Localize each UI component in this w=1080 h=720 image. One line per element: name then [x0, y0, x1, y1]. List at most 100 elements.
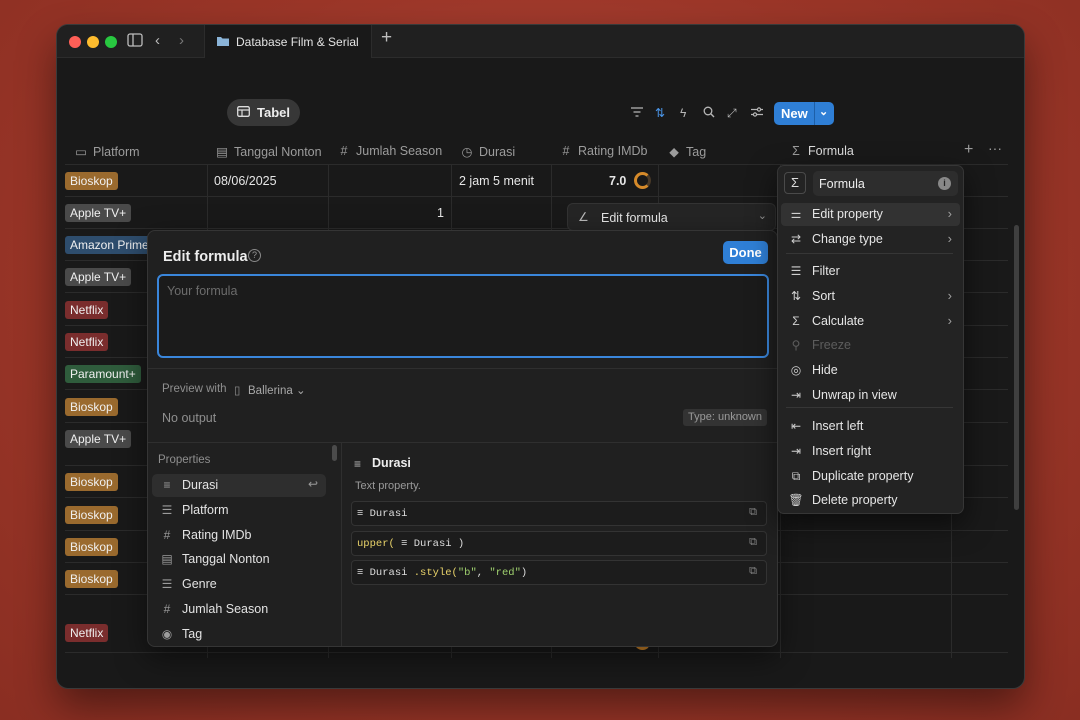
code-string: "red" [489, 567, 521, 579]
platform-tag[interactable]: Netflix [65, 333, 109, 351]
back-arrow-icon[interactable]: ‹ [155, 33, 160, 49]
zoom-window-button[interactable] [105, 36, 117, 48]
more-options-icon[interactable]: ··· [988, 140, 1002, 156]
new-button[interactable]: New ⌄ [774, 102, 834, 125]
example-code-text: ≡ Durasi .style("b", "red") [357, 567, 527, 579]
info-icon[interactable]: i [938, 177, 951, 190]
view-tab-table[interactable]: Tabel [227, 99, 300, 126]
property-item-platform[interactable]: ☰ Platform [152, 499, 326, 522]
column-header-rating-imdb[interactable]: # Rating IMDb [558, 144, 648, 158]
forward-arrow-icon[interactable]: › [179, 33, 184, 49]
platform-tag[interactable]: Bioskop [65, 398, 118, 416]
copy-icon[interactable]: ⧉ [749, 566, 757, 578]
menu-item-label: Delete property [812, 493, 898, 507]
sigma-icon[interactable]: Σ [784, 172, 806, 194]
unwrap-icon: ⇥ [790, 388, 802, 402]
edit-formula-bar[interactable]: ∠ Edit formula ⌄ [567, 203, 776, 231]
example-code-2[interactable]: upper( ≡ Durasi ) ⧉ [351, 531, 767, 556]
column-header-formula[interactable]: Σ Formula [788, 144, 854, 158]
eye-off-icon: ◎ [790, 363, 802, 377]
menu-item-unwrap-in-view[interactable]: ⇥ Unwrap in view [781, 384, 960, 407]
scrollbar[interactable] [332, 445, 337, 461]
property-item-rating-imdb[interactable]: # Rating IMDb [152, 524, 326, 547]
column-label: Formula [808, 144, 854, 158]
platform-tag[interactable]: Netflix [65, 624, 109, 642]
calendar-icon: ▤ [161, 552, 173, 567]
view-tab-label: Tabel [257, 105, 290, 120]
property-item-durasi[interactable]: ≡ Durasi ↩ [152, 474, 326, 497]
column-header-platform[interactable]: ▭ Platform [73, 144, 139, 159]
type-badge: Type: unknown [683, 409, 767, 426]
sidebar-toggle-icon[interactable] [127, 33, 143, 51]
expand-icon[interactable]: ⤢ [727, 106, 737, 121]
property-item-jumlah-season[interactable]: # Jumlah Season [152, 598, 326, 621]
automation-bolt-icon[interactable]: ϟ [680, 106, 686, 120]
browser-tab[interactable]: Database Film & Serial [204, 25, 372, 58]
menu-item-insert-right[interactable]: ⇥ Insert right [781, 440, 960, 463]
cell-rating-imdb[interactable]: 7.0 [609, 174, 626, 188]
copy-icon[interactable]: ⧉ [749, 537, 757, 549]
search-icon[interactable] [703, 106, 715, 121]
new-button-label: New [781, 106, 808, 121]
done-button[interactable]: Done [723, 241, 768, 264]
window-scrollbar[interactable] [1014, 225, 1019, 510]
platform-tag[interactable]: Apple TV+ [65, 268, 132, 286]
property-item-tanggal-nonton[interactable]: ▤ Tanggal Nonton [152, 548, 326, 571]
minimize-window-button[interactable] [87, 36, 99, 48]
chevron-down-icon[interactable]: ⌄ [819, 105, 828, 118]
menu-item-sort[interactable]: ⇅ Sort › [781, 285, 960, 308]
menu-item-duplicate-property[interactable]: ⧉ Duplicate property [781, 465, 960, 488]
platform-tag[interactable]: Bioskop [65, 570, 118, 588]
column-header-tanggal-nonton[interactable]: ▤ Tanggal Nonton [214, 144, 321, 159]
menu-item-calculate[interactable]: Σ Calculate › [781, 310, 960, 333]
cell-jumlah-season[interactable]: 1 [437, 206, 444, 220]
formula-editor[interactable] [157, 274, 769, 358]
menu-item-hide[interactable]: ◎ Hide [781, 359, 960, 382]
platform-tag[interactable]: Netflix [65, 301, 109, 319]
property-item-label: Tag [182, 626, 203, 641]
hash-icon: # [340, 144, 348, 158]
platform-tag[interactable]: Bioskop [65, 538, 118, 556]
cell-durasi[interactable]: 2 jam 5 menit [459, 174, 534, 188]
example-code-1[interactable]: ≡ Durasi ⧉ [351, 501, 767, 526]
column-header-durasi[interactable]: ◷ Durasi [459, 144, 516, 159]
platform-tag[interactable]: Amazon Prime [65, 236, 154, 254]
sort-icon[interactable]: ⇅ [655, 106, 665, 120]
platform-tag[interactable]: Apple TV+ [65, 430, 132, 448]
sigma-icon: Σ [792, 314, 800, 328]
close-window-button[interactable] [69, 36, 81, 48]
property-item-tag[interactable]: ◉ Tag [152, 623, 326, 646]
menu-item-filter[interactable]: ☰ Filter [781, 260, 960, 283]
copy-icon[interactable]: ⧉ [749, 507, 757, 519]
code-comma: , [476, 567, 490, 579]
menu-item-label: Insert left [812, 419, 864, 433]
column-header-tag[interactable]: ◆ Tag [666, 144, 706, 159]
help-icon[interactable]: ? [248, 249, 261, 262]
new-tab-icon[interactable]: + [381, 28, 392, 47]
cell-tanggal-nonton[interactable]: 08/06/2025 [214, 174, 277, 188]
property-item-genre[interactable]: ☰ Genre [152, 573, 326, 596]
menu-item-delete-property[interactable]: 🗑 Delete property [781, 489, 960, 512]
menu-item-insert-left[interactable]: ⇤ Insert left [781, 415, 960, 438]
add-column-icon[interactable]: + [964, 141, 973, 159]
formula-input[interactable] [167, 284, 727, 298]
filter-icon[interactable] [631, 106, 643, 120]
example-code-3[interactable]: ≡ Durasi .style("b", "red") ⧉ [351, 560, 767, 585]
platform-tag[interactable]: Apple TV+ [65, 204, 132, 222]
column-header-jumlah-season[interactable]: # Jumlah Season [336, 144, 443, 158]
menu-item-label: Calculate [812, 314, 865, 328]
column-label: Jumlah Season [356, 144, 443, 158]
platform-tag[interactable]: Bioskop [65, 506, 118, 524]
preview-page-selector[interactable]: Ballerina ⌄ [248, 383, 306, 397]
clock-icon: ◷ [461, 145, 473, 159]
code-paren: ) [520, 567, 528, 579]
list-icon: ☰ [161, 502, 173, 517]
menu-item-change-type[interactable]: ⇄ Change type › [781, 228, 960, 251]
text-icon: ≡ [354, 457, 362, 471]
settings-sliders-icon[interactable] [751, 106, 763, 120]
platform-tag[interactable]: Bioskop [65, 172, 118, 190]
platform-tag[interactable]: Bioskop [65, 473, 118, 491]
platform-tag[interactable]: Paramount+ [65, 365, 141, 383]
property-name-field[interactable]: Formula i [813, 171, 958, 196]
menu-item-edit-property[interactable]: ⚌ Edit property › [781, 203, 960, 226]
